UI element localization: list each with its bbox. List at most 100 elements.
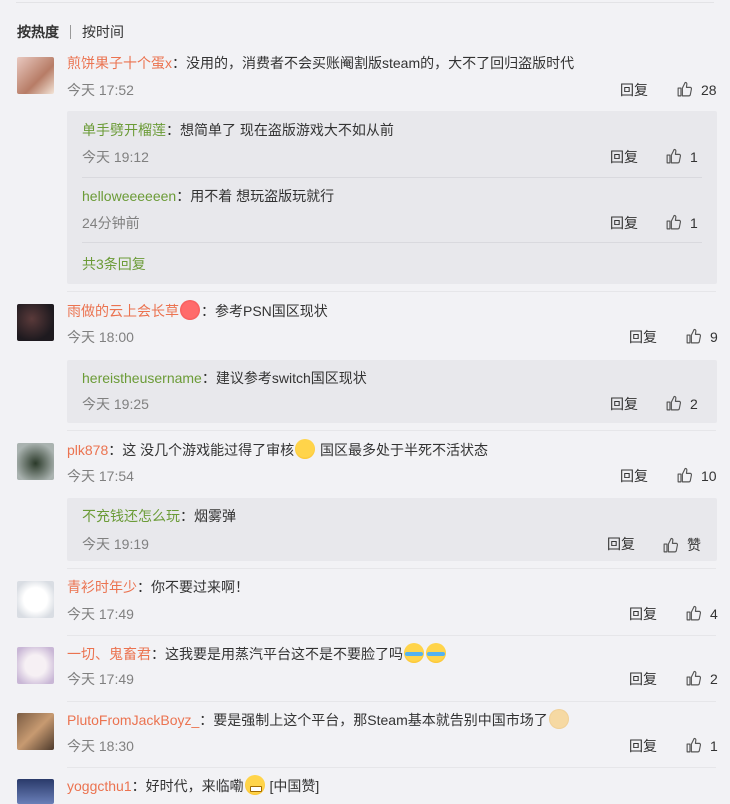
comment-text: 一切、鬼畜君：这我要是用蒸汽平台这不是不要脸了吗 (67, 643, 716, 664)
comment-body: ：好时代，来临嘞 (131, 778, 244, 794)
comment-divider (67, 701, 716, 702)
reply-button[interactable]: 回复 (607, 534, 635, 554)
comment-time: 今天 17:49 (67, 671, 134, 687)
sub-comments: 不充钱还怎么玩：烟雾弹 今天 19:19 回复 赞 (67, 498, 717, 561)
comment-username[interactable]: yoggcthu1 (67, 778, 132, 794)
comment-username[interactable]: 煎饼果子十个蛋x (67, 55, 172, 71)
thumbs-up-icon (677, 81, 693, 97)
comment-time: 今天 17:52 (67, 82, 134, 98)
comment-username[interactable]: 青衫时年少 (67, 579, 137, 595)
like-button[interactable]: 9 (685, 328, 718, 345)
laugh-cry-emoji-icon (404, 643, 424, 663)
sub-comments: 单手劈开榴莲：想简单了 现在盗版游戏大不如从前 今天 19:12 回复 1 he… (67, 111, 717, 284)
thumbs-up-icon (686, 670, 702, 686)
avatar[interactable] (17, 581, 54, 618)
reply-button[interactable]: 回复 (610, 147, 638, 167)
laugh-cry-emoji-icon (426, 643, 446, 663)
like-button[interactable]: 4 (685, 605, 718, 622)
comment-body: ：要是强制上这个平台，那Steam基本就告别中国市场了 (199, 712, 548, 728)
sub-comment-body: ：想简单了 现在盗版游戏大不如从前 (166, 122, 394, 138)
thumbs-up-icon (677, 467, 693, 483)
thumbs-up-icon (666, 395, 682, 411)
thumbs-up-icon (686, 737, 702, 753)
sub-comments: hereistheusername：建议参考switch国区现状 今天 19:2… (67, 360, 717, 423)
comment-text: yoggcthu1：好时代，来临嘞 [中国赞] (67, 775, 716, 796)
like-count: 1 (710, 737, 718, 754)
thumbs-up-icon (686, 328, 702, 344)
comment-divider (67, 767, 716, 768)
comment-time: 今天 17:49 (67, 606, 134, 622)
reply-button[interactable]: 回复 (620, 80, 648, 100)
tab-separator (70, 25, 71, 39)
comment-username[interactable]: plk878 (67, 442, 108, 458)
like-count: 1 (690, 214, 698, 231)
avatar[interactable] (17, 57, 54, 94)
sub-comment-body: ：建议参考switch国区现状 (201, 370, 367, 386)
comment-body: ：没用的，消费者不会买账阉割版steam的，大不了回归盗版时代 (172, 55, 575, 71)
reply-button[interactable]: 回复 (620, 466, 648, 486)
like-count: 2 (690, 395, 698, 412)
sub-divider (82, 242, 702, 243)
like-button[interactable]: 赞 (662, 535, 701, 555)
comment-username[interactable]: 雨做的云上会长草 (67, 303, 179, 319)
thumbs-up-icon (666, 148, 682, 164)
more-replies-link[interactable]: 共3条回复 (82, 254, 146, 274)
sub-divider (82, 177, 702, 178)
like-button[interactable]: 10 (676, 467, 717, 484)
comment-time: 今天 18:30 (67, 738, 134, 754)
comment-username[interactable]: PlutoFromJackBoyz_ (67, 712, 199, 728)
reply-button[interactable]: 回复 (610, 394, 638, 414)
sub-comment-time: 今天 19:25 (82, 396, 149, 412)
avatar[interactable] (17, 443, 54, 480)
comment-divider (67, 430, 716, 431)
tab-sort-time[interactable]: 按时间 (82, 22, 124, 42)
comment-body-continued: 国区最多处于半死不活状态 (316, 442, 489, 458)
avatar[interactable] (17, 647, 54, 684)
tab-sort-hot[interactable]: 按热度 (17, 22, 59, 42)
sub-comment-body: ：用不着 想玩盗版玩就行 (176, 188, 335, 204)
like-button[interactable]: 1 (665, 148, 698, 165)
comment-username[interactable]: 一切、鬼畜君 (67, 646, 151, 662)
like-button[interactable]: 1 (665, 214, 698, 231)
thumbs-up-icon (663, 537, 679, 552)
sub-comment-username[interactable]: 不充钱还怎么玩 (82, 508, 180, 524)
avatar[interactable] (17, 779, 54, 804)
sub-comment-username[interactable]: 单手劈开榴莲 (82, 122, 166, 138)
reply-button[interactable]: 回复 (629, 604, 657, 624)
sub-comment-text: 单手劈开榴莲：想简单了 现在盗版游戏大不如从前 (82, 120, 394, 140)
grin-emoji-icon (244, 775, 265, 795)
comment-text: 青衫时年少：你不要过来啊！ (67, 577, 716, 597)
sub-comment-item: hereistheusername：建议参考switch国区现状 今天 19:2… (82, 368, 702, 428)
like-count: 2 (710, 670, 718, 687)
comment-divider (67, 635, 716, 636)
reply-button[interactable]: 回复 (610, 213, 638, 233)
top-divider (16, 2, 714, 3)
like-count: 9 (710, 328, 718, 345)
avatar[interactable] (17, 304, 54, 341)
reply-button[interactable]: 回复 (629, 736, 657, 756)
thumbs-up-icon (686, 605, 702, 621)
sub-comment-text: hereistheusername：建议参考switch国区现状 (82, 368, 367, 388)
sub-comment-username[interactable]: helloweeeeeen (82, 188, 176, 204)
thumbs-up-icon (666, 214, 682, 230)
like-count: 4 (710, 605, 718, 622)
comment-body: ：你不要过来啊！ (137, 579, 249, 595)
reply-button[interactable]: 回复 (629, 669, 657, 689)
heart-eyes-emoji-icon (180, 300, 200, 320)
avatar[interactable] (17, 713, 54, 750)
like-count: 10 (701, 467, 717, 484)
like-button[interactable]: 2 (665, 395, 698, 412)
doge-emoji-icon (548, 709, 569, 729)
sub-comment-username[interactable]: hereistheusername (82, 370, 202, 386)
sub-comment-item: 不充钱还怎么玩：烟雾弹 今天 19:19 回复 赞 (82, 506, 702, 566)
sub-comment-text: 不充钱还怎么玩：烟雾弹 (82, 506, 236, 526)
comment-body: ：参考PSN国区现状 (201, 303, 328, 319)
comment-text: 雨做的云上会长草 ：参考PSN国区现状 (67, 300, 716, 321)
like-button[interactable]: 1 (685, 737, 718, 754)
comment-body: ：这我要是用蒸汽平台这不是不要脸了吗 (151, 646, 403, 662)
like-button[interactable]: 2 (685, 670, 718, 687)
sub-comment-time: 今天 19:12 (82, 149, 149, 165)
sub-comment-time: 24分钟前 (82, 215, 140, 231)
like-button[interactable]: 28 (676, 81, 717, 98)
reply-button[interactable]: 回复 (629, 327, 657, 347)
